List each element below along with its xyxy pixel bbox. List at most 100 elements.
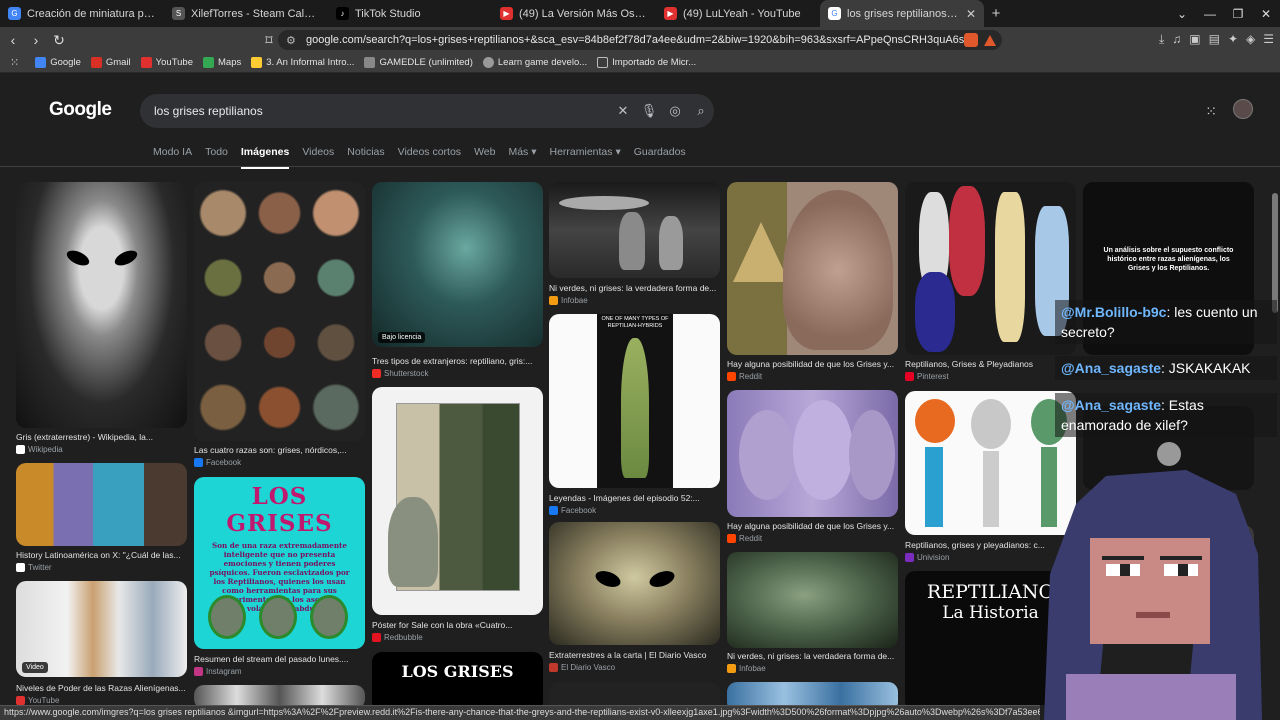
result-caption[interactable]: Hay alguna posibilidad de que los Grises… [727, 359, 898, 369]
leo-icon[interactable]: ✦ [1228, 32, 1238, 47]
result-thumbnail[interactable]: Video [16, 581, 187, 677]
result-source[interactable]: El Diario Vasco [549, 663, 615, 672]
close-tab-icon[interactable]: ✕ [966, 7, 976, 21]
result-caption[interactable]: Resumen del stream del pasado lunes.... [194, 654, 365, 664]
avatar[interactable] [1233, 99, 1253, 119]
result-source[interactable]: Shutterstock [372, 369, 428, 378]
bookmark-learn[interactable]: Learn game develo... [482, 57, 587, 68]
result-caption[interactable]: History Latinoamérica on X: "¿Cuál de la… [16, 550, 187, 560]
bookmark-icon[interactable]: ⌑ [259, 32, 279, 49]
los-grises-heading: LOS GRISES [226, 483, 333, 537]
vpn-icon[interactable]: ◈ [1246, 32, 1255, 47]
browser-tab[interactable]: GCreación de miniatura para YouTube [0, 0, 164, 27]
youtube-icon [140, 57, 152, 68]
reload-icon[interactable]: ↻ [49, 32, 69, 49]
bookmark-gamedle[interactable]: GAMEDLE (unlimited) [364, 57, 473, 68]
brave-shield-icon[interactable] [964, 33, 978, 47]
result-thumbnail[interactable] [549, 522, 720, 645]
bookmark-python[interactable]: 3. An Informal Intro... [251, 57, 354, 68]
apps-grid-icon[interactable]: ⁙ [10, 56, 19, 69]
bookmark-maps[interactable]: Maps [203, 57, 241, 68]
result-source[interactable]: Instagram [194, 667, 242, 676]
search-icon[interactable]: ⌕ [688, 103, 714, 119]
result-source[interactable]: Wikipedia [16, 445, 63, 454]
nav-divider [0, 166, 1280, 167]
browser-tab-active[interactable]: Glos grises reptilianos - Buscar con✕ [820, 0, 984, 27]
site-info-icon[interactable]: ⚙ [286, 34, 298, 47]
result-thumbnail[interactable] [727, 682, 898, 705]
browser-tab[interactable]: ▶ (49) LuLYeah - YouTube [656, 0, 820, 27]
result-caption[interactable]: Tres tipos de extranjeros: reptiliano, g… [372, 356, 543, 366]
result-caption[interactable]: Gris (extraterrestre) - Wikipedia, la... [16, 432, 187, 442]
microphone-icon[interactable]: 🎙︎ [636, 103, 662, 119]
tab-list-icon[interactable]: ⌄ [1168, 7, 1196, 21]
page-scrollbar[interactable] [1272, 193, 1278, 313]
address-bar[interactable]: ⚙ google.com/search?q=los+grises+reptili… [278, 30, 1002, 50]
lens-icon[interactable]: ◎ [662, 103, 688, 119]
result-thumbnail[interactable] [194, 685, 365, 705]
result-thumbnail[interactable] [16, 463, 187, 546]
result-caption[interactable]: Reptilianos, Grises & Pleyadianos [905, 359, 1076, 369]
result-source[interactable]: Facebook [549, 506, 596, 515]
google-apps-icon[interactable]: ⁙ [1205, 103, 1217, 120]
wallet-icon[interactable]: ▤ [1209, 32, 1220, 47]
result-source[interactable]: Facebook [194, 458, 241, 467]
result-caption[interactable]: Ni verdes, ni grises: la verdadera forma… [727, 651, 898, 661]
browser-tab[interactable]: SXilefTorres - Steam Calculator - 76561 [164, 0, 328, 27]
bookmark-youtube[interactable]: YouTube [140, 57, 193, 68]
result-source[interactable]: Redbubble [372, 633, 423, 642]
result-source[interactable]: YouTube [16, 696, 59, 705]
sidebar-icon[interactable]: ▣ [1189, 32, 1200, 47]
result-thumbnail[interactable] [549, 182, 720, 278]
result-source[interactable]: Infobae [727, 664, 766, 673]
result-thumbnail[interactable] [727, 390, 898, 517]
result-caption[interactable]: Extraterrestres a la carta | El Diario V… [549, 650, 720, 660]
bookmark-folder[interactable]: Importado de Micr... [597, 57, 696, 68]
result-thumbnail[interactable] [194, 182, 365, 441]
search-input[interactable]: los grises reptilianos [154, 104, 610, 118]
result-caption[interactable]: Leyendas - Imágenes del episodio 52:... [549, 493, 720, 503]
maps-icon [203, 57, 215, 68]
result-source[interactable]: Univision [905, 553, 949, 562]
result-thumbnail[interactable]: LOS GRISES [372, 652, 543, 705]
google-logo[interactable]: Google [49, 99, 112, 121]
reddit-icon [727, 534, 736, 543]
result-thumbnail[interactable]: Bajo licencia [372, 182, 543, 347]
chat-username: @Ana_sagaste [1061, 397, 1162, 413]
result-source[interactable]: Reddit [727, 372, 762, 381]
restore-icon[interactable]: ❐ [1224, 7, 1252, 21]
result-thumbnail[interactable] [16, 182, 187, 428]
browser-tab[interactable]: ▶(49) La Versión Más Oscura de Steven [492, 0, 656, 27]
result-caption[interactable]: Ni verdes, ni grises: la verdadera forma… [549, 283, 720, 293]
result-caption[interactable]: Hay alguna posibilidad de que los Grises… [727, 521, 898, 531]
close-window-icon[interactable]: ✕ [1252, 7, 1280, 21]
new-tab-button[interactable]: + [984, 5, 1008, 22]
result-caption[interactable]: Las cuatro razas son: grises, nórdicos,.… [194, 445, 365, 455]
minimize-icon[interactable]: — [1196, 7, 1224, 21]
brave-rewards-icon[interactable] [984, 34, 996, 46]
result-thumbnail[interactable] [372, 387, 543, 615]
result-source[interactable]: Reddit [727, 534, 762, 543]
result-thumbnail[interactable]: ONE OF MANY TYPES OF REPTILIAN-HYBRIDS [549, 314, 720, 488]
clear-icon[interactable]: ✕ [610, 103, 636, 119]
chat-message: @Mr.Bolillo-b9c: les cuento un secreto? [1055, 300, 1277, 344]
result-thumbnail[interactable] [905, 182, 1076, 355]
search-box[interactable]: los grises reptilianos ✕ 🎙︎ ◎ ⌕ [140, 94, 714, 128]
menu-icon[interactable]: ☰ [1263, 32, 1274, 47]
bookmark-gmail[interactable]: Gmail [90, 57, 131, 68]
result-caption[interactable]: Niveles de Poder de las Razas Alienígena… [16, 683, 187, 693]
download-icon[interactable]: ⤓ [1159, 32, 1164, 47]
bookmark-google[interactable]: Google [35, 57, 81, 68]
result-source[interactable]: Twitter [16, 563, 52, 572]
result-thumbnail[interactable] [727, 552, 898, 648]
result-caption[interactable]: Póster for Sale con la obra «Cuatro... [372, 620, 543, 630]
media-icon[interactable]: ♫ [1172, 32, 1181, 47]
result-source[interactable]: Pinterest [905, 372, 949, 381]
back-icon[interactable]: ‹ [3, 32, 23, 48]
result-thumbnail[interactable]: LOS GRISES Son de una raza extremadament… [194, 477, 365, 649]
result-thumbnail[interactable] [549, 682, 720, 705]
result-thumbnail[interactable] [727, 182, 898, 355]
browser-tab[interactable]: ♪ TikTok Studio [328, 0, 492, 27]
result-source[interactable]: Infobae [549, 296, 588, 305]
forward-icon[interactable]: › [26, 32, 46, 48]
